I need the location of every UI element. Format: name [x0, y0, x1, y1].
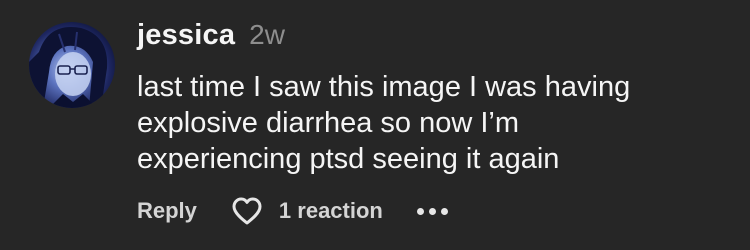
- username[interactable]: jessica: [137, 19, 235, 52]
- reply-button[interactable]: Reply: [137, 198, 197, 224]
- comment-text: last time I saw this image I was having …: [137, 69, 737, 177]
- reaction-button[interactable]: 1 reaction: [231, 196, 383, 226]
- comment-text-line: experiencing ptsd seeing it again: [137, 143, 560, 175]
- timestamp: 2w: [249, 19, 285, 50]
- dot: [416, 207, 424, 215]
- dot: [428, 207, 436, 215]
- heart-icon[interactable]: [231, 196, 263, 226]
- comment-text-line: last time I saw this image I was having: [137, 71, 631, 103]
- comment-header: jessica 2w: [137, 19, 285, 59]
- comment-actions: Reply 1 reaction: [137, 195, 448, 227]
- dot: [440, 207, 448, 215]
- more-options-icon[interactable]: [416, 201, 448, 221]
- comment-text-line: explosive diarrhea so now I’m: [137, 107, 520, 139]
- reaction-count[interactable]: 1 reaction: [279, 198, 383, 224]
- comment: jessica 2w last time I saw this image I …: [0, 0, 750, 250]
- avatar[interactable]: [29, 22, 115, 108]
